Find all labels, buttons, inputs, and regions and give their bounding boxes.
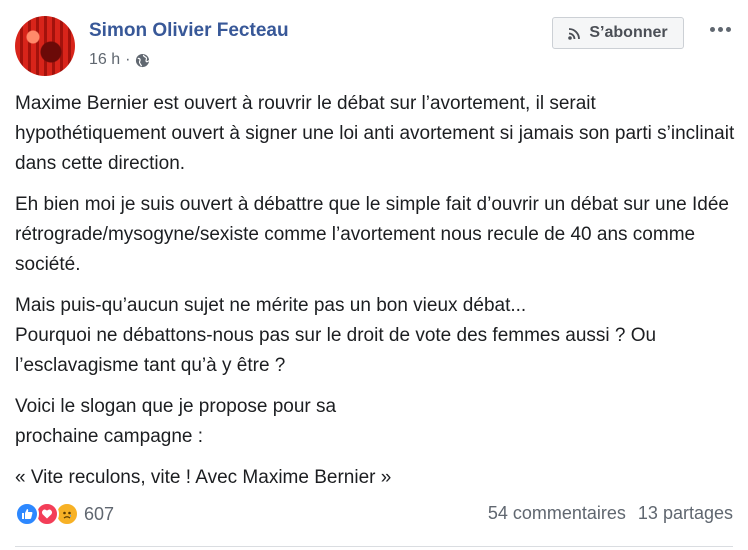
post-timestamp[interactable]: 16 h	[89, 51, 120, 69]
post-paragraph: Voici le slogan que je propose pour sa p…	[15, 396, 337, 447]
author-name[interactable]: Simon Olivier Fecteau	[89, 20, 289, 42]
post-footer: 607 54 commentaires 13 partages	[15, 500, 733, 530]
rss-icon	[568, 27, 581, 40]
post-meta: 16 h ·	[89, 51, 150, 69]
post-paragraph: Maxime Bernier est ouvert à rouvrir le d…	[15, 93, 735, 174]
shares-link[interactable]: 13 partages	[638, 503, 733, 524]
post-paragraph: Mais puis-qu’aucun sujet ne mérite pas u…	[15, 295, 657, 376]
more-options-icon[interactable]	[705, 17, 735, 41]
reaction-count: 607	[84, 503, 115, 524]
post-header: Simon Olivier Fecteau 16 h · S’abonner	[15, 14, 735, 78]
author-avatar[interactable]	[15, 16, 75, 76]
comments-link[interactable]: 54 commentaires	[488, 503, 626, 524]
reactions-summary[interactable]: 607	[15, 502, 114, 526]
follow-label: S’abonner	[589, 24, 668, 41]
globe-icon[interactable]	[135, 53, 150, 68]
meta-separator: ·	[125, 51, 131, 68]
footer-divider	[15, 546, 733, 547]
post-body: Maxime Bernier est ouvert à rouvrir le d…	[15, 89, 735, 504]
follow-button[interactable]: S’abonner	[552, 17, 684, 49]
post-paragraph: Eh bien moi je suis ouvert à débattre qu…	[15, 194, 729, 275]
post-stats: 54 commentaires 13 partages	[488, 503, 733, 524]
post-paragraph: « Vite reculons, vite ! Avec Maxime Bern…	[15, 467, 392, 488]
like-icon	[15, 502, 39, 526]
